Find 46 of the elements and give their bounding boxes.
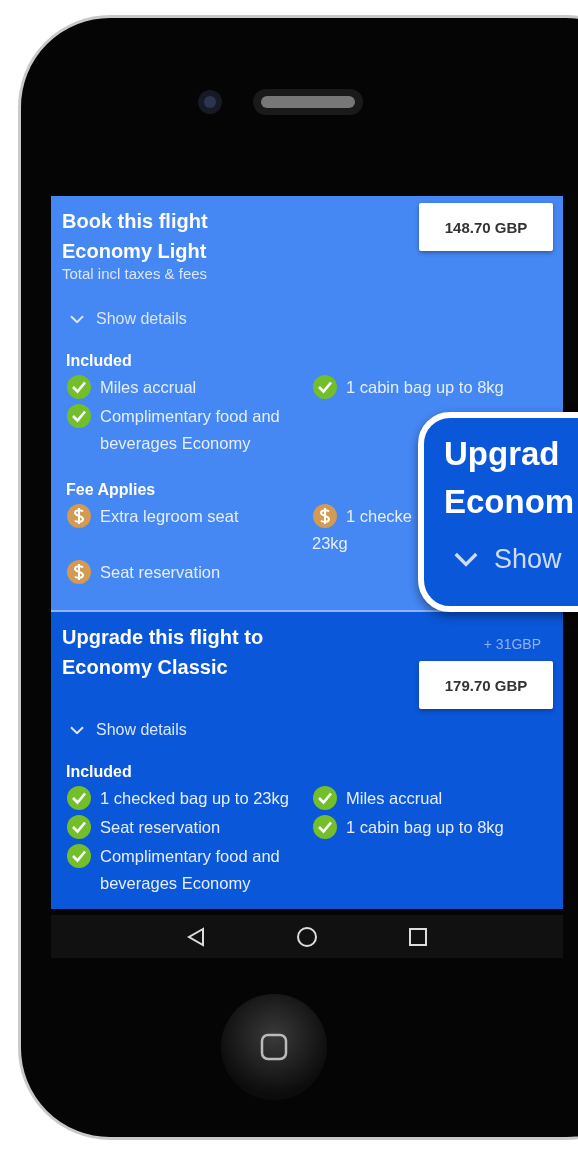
- dollar-coin-icon: [66, 559, 92, 585]
- show-details-toggle[interactable]: Show details: [62, 721, 187, 739]
- section-heading: Included: [66, 352, 133, 370]
- check-circle-icon: [66, 843, 92, 869]
- home-icon[interactable]: [296, 925, 318, 948]
- feature-text: Complimentary food and beverages Economy: [100, 406, 281, 454]
- fare-title: Book this flight Economy Light: [62, 209, 209, 264]
- back-icon[interactable]: [186, 926, 206, 947]
- check-circle-icon: [66, 785, 92, 811]
- price-button[interactable]: 179.70 GBP: [419, 661, 553, 709]
- camera-icon: [197, 89, 223, 115]
- show-details-toggle[interactable]: Show details: [62, 310, 187, 328]
- feature-text: 1 checked bag up to 23kg: [100, 788, 290, 809]
- feature-text: 23kg: [312, 534, 348, 552]
- feature-text: Miles accrual: [346, 788, 444, 809]
- check-circle-icon: [312, 374, 338, 400]
- chevron-down-icon: [70, 725, 84, 735]
- feature-text: Miles accrual: [100, 377, 198, 398]
- price-difference: + 31GBP: [483, 636, 541, 652]
- check-circle-icon: [312, 785, 338, 811]
- callout-show-toggle[interactable]: Show: [444, 544, 562, 575]
- feature-text: Seat reservation: [100, 562, 222, 583]
- chevron-down-icon: [70, 314, 84, 324]
- feature-text: Complimentary food and beverages Economy: [100, 846, 281, 894]
- feature-text: Extra legroom seat: [100, 506, 240, 527]
- section-heading: Included: [66, 763, 133, 781]
- price-button[interactable]: 148.70 GBP: [419, 203, 553, 251]
- speaker-grille-icon: [253, 89, 363, 115]
- callout-title: Econom: [444, 482, 576, 522]
- callout-title: Upgrad: [444, 434, 561, 474]
- fare-title: Upgrade this flight to Economy Classic: [62, 625, 265, 680]
- chevron-down-icon: [454, 552, 478, 567]
- dollar-coin-icon: [312, 503, 338, 529]
- feature-text: 1 cabin bag up to 8kg: [346, 377, 505, 398]
- check-circle-icon: [312, 814, 338, 840]
- dollar-coin-icon: [66, 503, 92, 529]
- check-circle-icon: [66, 374, 92, 400]
- feature-text: 1 cabin bag up to 8kg: [346, 817, 505, 838]
- recents-icon[interactable]: [408, 926, 428, 947]
- section-heading: Fee Applies: [66, 481, 157, 499]
- fare-subtitle: Total incl taxes & fees: [62, 266, 209, 282]
- check-circle-icon: [66, 814, 92, 840]
- feature-text: Seat reservation: [100, 817, 222, 838]
- check-circle-icon: [66, 403, 92, 429]
- feature-text: 1 checke: [346, 506, 414, 527]
- rounded-square-icon: [259, 1032, 289, 1062]
